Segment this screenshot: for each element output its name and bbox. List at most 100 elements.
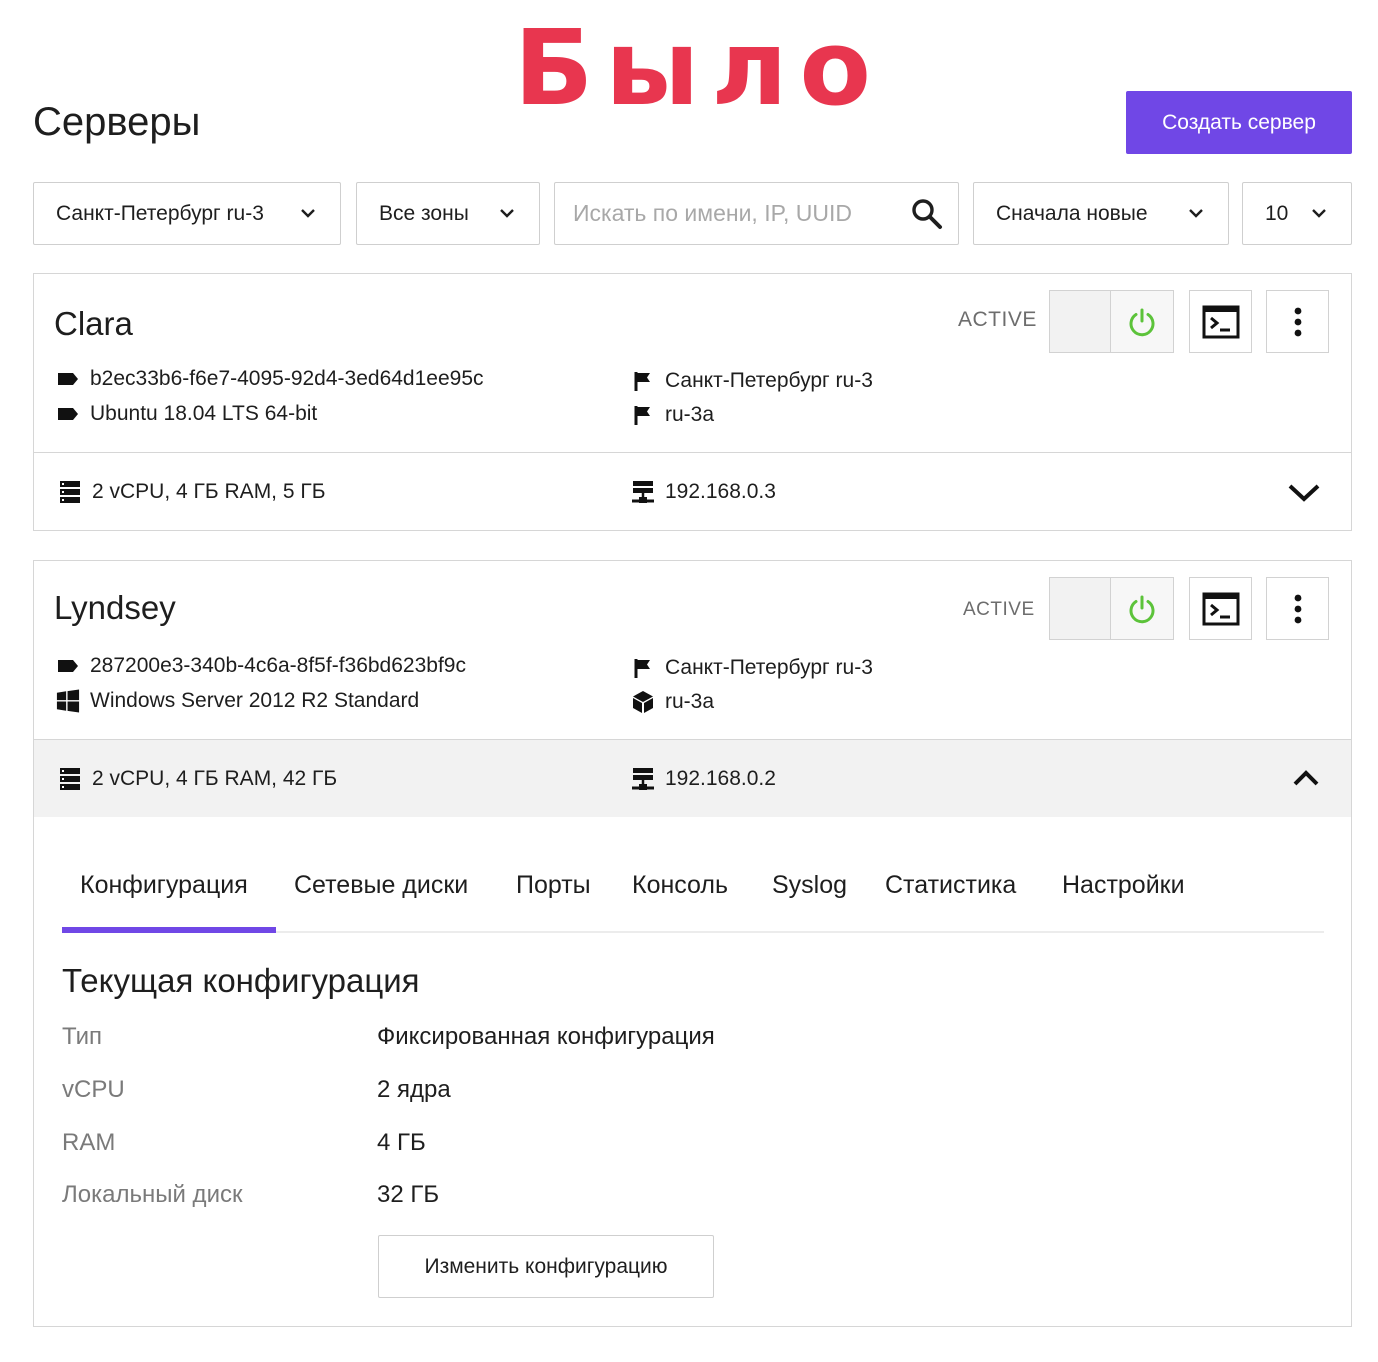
- server-ip: 192.168.0.2: [631, 767, 776, 791]
- details-tabs: Конфигурация Сетевые диски Порты Консоль…: [62, 863, 1324, 933]
- server-ip: 192.168.0.3: [631, 480, 776, 504]
- server-uuid: 287200e3-340b-4c6a-8f5f-f36bd623bf9c: [56, 654, 466, 678]
- console-button[interactable]: [1189, 577, 1252, 640]
- status-badge: ACTIVE: [963, 599, 1035, 620]
- power-toggle-knob[interactable]: [1111, 291, 1173, 352]
- terminal-icon: [1202, 592, 1239, 625]
- tab-syslog[interactable]: Syslog: [772, 871, 847, 900]
- flag-icon: [631, 403, 655, 427]
- server-zone: ru-3a: [631, 403, 714, 427]
- server-ip-text: 192.168.0.2: [665, 767, 776, 790]
- power-toggle-track: [1050, 291, 1111, 352]
- sort-select[interactable]: Сначала новые: [973, 182, 1229, 245]
- server-ip-text: 192.168.0.3: [665, 480, 776, 503]
- power-icon: [1129, 308, 1155, 336]
- tab-statistics[interactable]: Статистика: [885, 871, 1016, 900]
- config-label-ram: RAM: [62, 1129, 116, 1156]
- server-details-panel: Конфигурация Сетевые диски Порты Консоль…: [34, 817, 1351, 1325]
- region-select[interactable]: Санкт-Петербург ru-3: [33, 182, 341, 245]
- zone-select-value: Все зоны: [379, 201, 469, 225]
- per-page-value: 10: [1265, 201, 1289, 225]
- more-menu-button[interactable]: [1266, 290, 1329, 353]
- config-value-disk: 32 ГБ: [377, 1181, 440, 1208]
- status-badge: ACTIVE: [958, 308, 1037, 331]
- tab-settings[interactable]: Настройки: [1062, 871, 1185, 900]
- server-uuid-text: 287200e3-340b-4c6a-8f5f-f36bd623bf9c: [90, 654, 466, 677]
- chevron-up-icon[interactable]: [1289, 762, 1323, 792]
- server-card-footer[interactable]: 2 vCPU, 4 ГБ RAM, 42 ГБ 192.168.0.2: [34, 739, 1351, 817]
- search-icon[interactable]: [910, 197, 944, 231]
- server-name[interactable]: Clara: [54, 304, 133, 344]
- tab-configuration[interactable]: Конфигурация: [80, 871, 248, 900]
- zone-select[interactable]: Все зоны: [356, 182, 540, 245]
- config-label-vcpu: vCPU: [62, 1076, 125, 1103]
- config-value-ram: 4 ГБ: [377, 1129, 426, 1156]
- page-title: Серверы: [33, 100, 201, 144]
- server-os: Ubuntu 18.04 LTS 64-bit: [56, 402, 317, 426]
- more-vertical-icon: [1294, 594, 1301, 623]
- search-input[interactable]: Искать по имени, IP, UUID: [554, 182, 959, 245]
- server-region-text: Санкт-Петербург ru-3: [665, 656, 873, 679]
- chevron-down-icon[interactable]: [1287, 477, 1321, 507]
- server-rack-icon: [58, 767, 82, 791]
- chevron-down-icon: [1312, 209, 1326, 218]
- server-card-footer[interactable]: 2 vCPU, 4 ГБ RAM, 5 ГБ 192.168.0.3: [34, 452, 1351, 530]
- tag-icon: [56, 654, 80, 678]
- server-flavor-text: 2 vCPU, 4 ГБ RAM, 5 ГБ: [92, 480, 326, 503]
- server-card: Lyndsey ACTIVE 287200e3-340b-4c6a-8f5f-f…: [33, 560, 1352, 1327]
- region-select-value: Санкт-Петербург ru-3: [56, 201, 264, 225]
- server-uuid-text: b2ec33b6-f6e7-4095-92d4-3ed64d1ee95c: [90, 367, 484, 390]
- server-rack-icon: [58, 480, 82, 504]
- server-zone-text: ru-3a: [665, 690, 715, 713]
- terminal-icon: [1202, 305, 1239, 338]
- active-tab-indicator: [62, 927, 276, 933]
- server-card-header: Lyndsey ACTIVE 287200e3-340b-4c6a-8f5f-f…: [34, 561, 1351, 739]
- server-name[interactable]: Lyndsey: [54, 588, 176, 628]
- tab-ports[interactable]: Порты: [516, 871, 591, 900]
- config-label-disk: Локальный диск: [62, 1181, 243, 1208]
- server-flavor: 2 vCPU, 4 ГБ RAM, 5 ГБ: [58, 480, 326, 504]
- chevron-down-icon: [500, 209, 514, 218]
- network-server-icon: [631, 480, 655, 504]
- power-toggle-knob[interactable]: [1111, 578, 1173, 639]
- banner-heading: Было: [514, 7, 883, 129]
- sort-select-value: Сначала новые: [996, 201, 1148, 225]
- server-flavor: 2 vCPU, 4 ГБ RAM, 42 ГБ: [58, 767, 337, 791]
- tag-icon: [56, 402, 80, 426]
- search-placeholder: Искать по имени, IP, UUID: [573, 200, 852, 226]
- server-zone-text: ru-3a: [665, 403, 715, 426]
- config-label-type: Тип: [62, 1023, 103, 1050]
- more-vertical-icon: [1294, 307, 1301, 336]
- power-icon: [1129, 595, 1155, 623]
- cube-icon: [631, 690, 655, 714]
- config-value-vcpu: 2 ядра: [377, 1076, 451, 1103]
- windows-icon: [56, 689, 80, 713]
- server-card-header: Clara ACTIVE b2ec33b6-f6e7-4095-92d4-3ed…: [34, 274, 1351, 452]
- tab-console[interactable]: Консоль: [632, 871, 728, 900]
- flag-icon: [631, 369, 655, 393]
- chevron-down-icon: [1189, 209, 1203, 218]
- more-menu-button[interactable]: [1266, 577, 1329, 640]
- console-button[interactable]: [1189, 290, 1252, 353]
- power-toggle[interactable]: [1049, 577, 1174, 640]
- server-os: Windows Server 2012 R2 Standard: [56, 689, 419, 713]
- section-title: Текущая конфигурация: [62, 962, 420, 999]
- power-toggle-track: [1050, 578, 1111, 639]
- change-configuration-button[interactable]: Изменить конфигурацию: [378, 1235, 714, 1298]
- create-server-button[interactable]: Создать сервер: [1126, 91, 1352, 154]
- server-uuid: b2ec33b6-f6e7-4095-92d4-3ed64d1ee95c: [56, 367, 484, 391]
- server-os-text: Ubuntu 18.04 LTS 64-bit: [90, 402, 318, 425]
- server-os-text: Windows Server 2012 R2 Standard: [90, 689, 420, 712]
- server-zone: ru-3a: [631, 690, 714, 714]
- server-card: Clara ACTIVE b2ec33b6-f6e7-4095-92d4-3ed…: [33, 273, 1352, 531]
- server-region: Санкт-Петербург ru-3: [631, 656, 873, 680]
- tag-icon: [56, 367, 80, 391]
- power-toggle[interactable]: [1049, 290, 1174, 353]
- flag-icon: [631, 656, 655, 680]
- tab-network-disks[interactable]: Сетевые диски: [294, 871, 468, 900]
- server-region-text: Санкт-Петербург ru-3: [665, 369, 873, 392]
- chevron-down-icon: [301, 209, 315, 218]
- config-value-type: Фиксированная конфигурация: [377, 1023, 715, 1050]
- per-page-select[interactable]: 10: [1242, 182, 1352, 245]
- network-server-icon: [631, 767, 655, 791]
